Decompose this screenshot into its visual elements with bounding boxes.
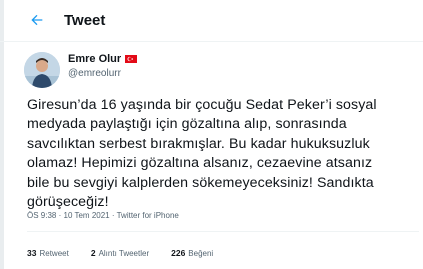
meta-separator: ·: [58, 211, 62, 220]
tweet-meta: ÖS 9:38 · 10 Tem 2021 · Twitter for iPho…: [27, 211, 179, 220]
quote-tweets-count: 2: [90, 248, 96, 258]
back-button[interactable]: [26, 9, 48, 31]
tweet-date[interactable]: 10 Tem 2021: [64, 211, 110, 220]
tweet-time[interactable]: ÖS 9:38: [27, 211, 56, 220]
likes-label: Beğeni: [188, 249, 214, 258]
avatar-image: [24, 52, 60, 88]
arrow-left-icon: [31, 14, 43, 26]
quote-tweets-label: Alıntı Tweetler: [98, 249, 150, 258]
tweet-page: Tweet Emre Olur @emreolurr Giresun’da 16…: [0, 0, 423, 269]
turkey-flag-icon: [125, 55, 138, 63]
retweets-count: 33: [27, 248, 37, 258]
retweets-label: Retweet: [39, 249, 69, 258]
author-name-row: Emre Olur: [68, 53, 138, 65]
divider: [27, 231, 419, 232]
page-title: Tweet: [64, 12, 106, 29]
tweet-stats: 33 Retweet 2 Alıntı Tweetler 226 Beğeni: [27, 248, 235, 258]
tweet-source[interactable]: Twitter for iPhone: [117, 211, 179, 220]
quote-tweets-stat[interactable]: 2 Alıntı Tweetler: [91, 248, 149, 258]
likes-count: 226: [171, 248, 186, 258]
header: Tweet: [0, 0, 423, 42]
tweet-text: Giresun’da 16 yaşında bir çocuğu Sedat P…: [27, 97, 377, 211]
meta-separator: ·: [111, 211, 115, 220]
avatar[interactable]: [24, 52, 60, 88]
author-name[interactable]: Emre Olur: [68, 53, 121, 65]
retweets-stat[interactable]: 33 Retweet: [27, 248, 69, 258]
author-handle[interactable]: @emreolurr: [68, 68, 121, 79]
likes-stat[interactable]: 226 Beğeni: [171, 248, 213, 258]
